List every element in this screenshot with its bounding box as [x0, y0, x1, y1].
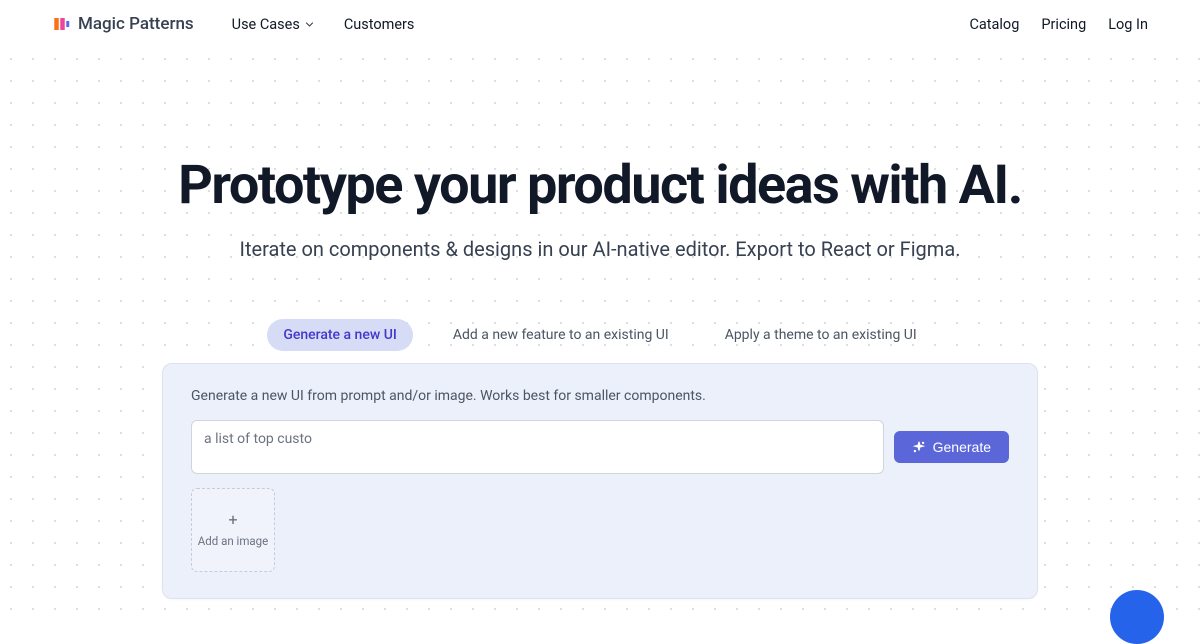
logo[interactable]: Magic Patterns [52, 14, 194, 34]
tab-add-feature[interactable]: Add a new feature to an existing UI [437, 319, 685, 351]
nav-item-label: Customers [344, 16, 415, 33]
nav-customers[interactable]: Customers [344, 16, 415, 33]
mode-tabs: Generate a new UI Add a new feature to a… [0, 319, 1200, 351]
hero: Prototype your product ideas with AI. It… [0, 48, 1200, 599]
input-row: a list of top custo Generate [191, 420, 1009, 474]
nav-item-label: Use Cases [232, 16, 300, 33]
brand-name: Magic Patterns [78, 14, 194, 34]
plus-icon: + [228, 512, 237, 528]
hero-subtitle: Iterate on components & designs in our A… [0, 237, 1200, 261]
generate-panel: Generate a new UI from prompt and/or ima… [162, 363, 1038, 599]
sparkle-icon [912, 440, 926, 454]
prompt-input[interactable]: a list of top custo [191, 420, 884, 474]
chevron-down-icon [305, 20, 314, 29]
top-nav: Magic Patterns Use Cases Customers Catal… [0, 0, 1200, 48]
add-image-label: Add an image [198, 534, 268, 549]
nav-catalog[interactable]: Catalog [969, 16, 1019, 33]
hero-title: Prototype your product ideas with AI. [0, 156, 1200, 215]
tab-apply-theme[interactable]: Apply a theme to an existing UI [709, 319, 933, 351]
nav-left-group: Use Cases Customers [232, 16, 415, 33]
add-image-button[interactable]: + Add an image [191, 488, 275, 572]
help-fab[interactable] [1110, 590, 1164, 644]
nav-right-group: Catalog Pricing Log In [969, 16, 1148, 33]
nav-login[interactable]: Log In [1108, 16, 1148, 33]
logo-icon [52, 15, 70, 33]
panel-description: Generate a new UI from prompt and/or ima… [191, 388, 1009, 404]
generate-button[interactable]: Generate [894, 431, 1009, 463]
generate-label: Generate [933, 439, 991, 455]
tab-generate-new[interactable]: Generate a new UI [267, 319, 413, 351]
nav-pricing[interactable]: Pricing [1041, 16, 1086, 33]
nav-use-cases[interactable]: Use Cases [232, 16, 314, 33]
